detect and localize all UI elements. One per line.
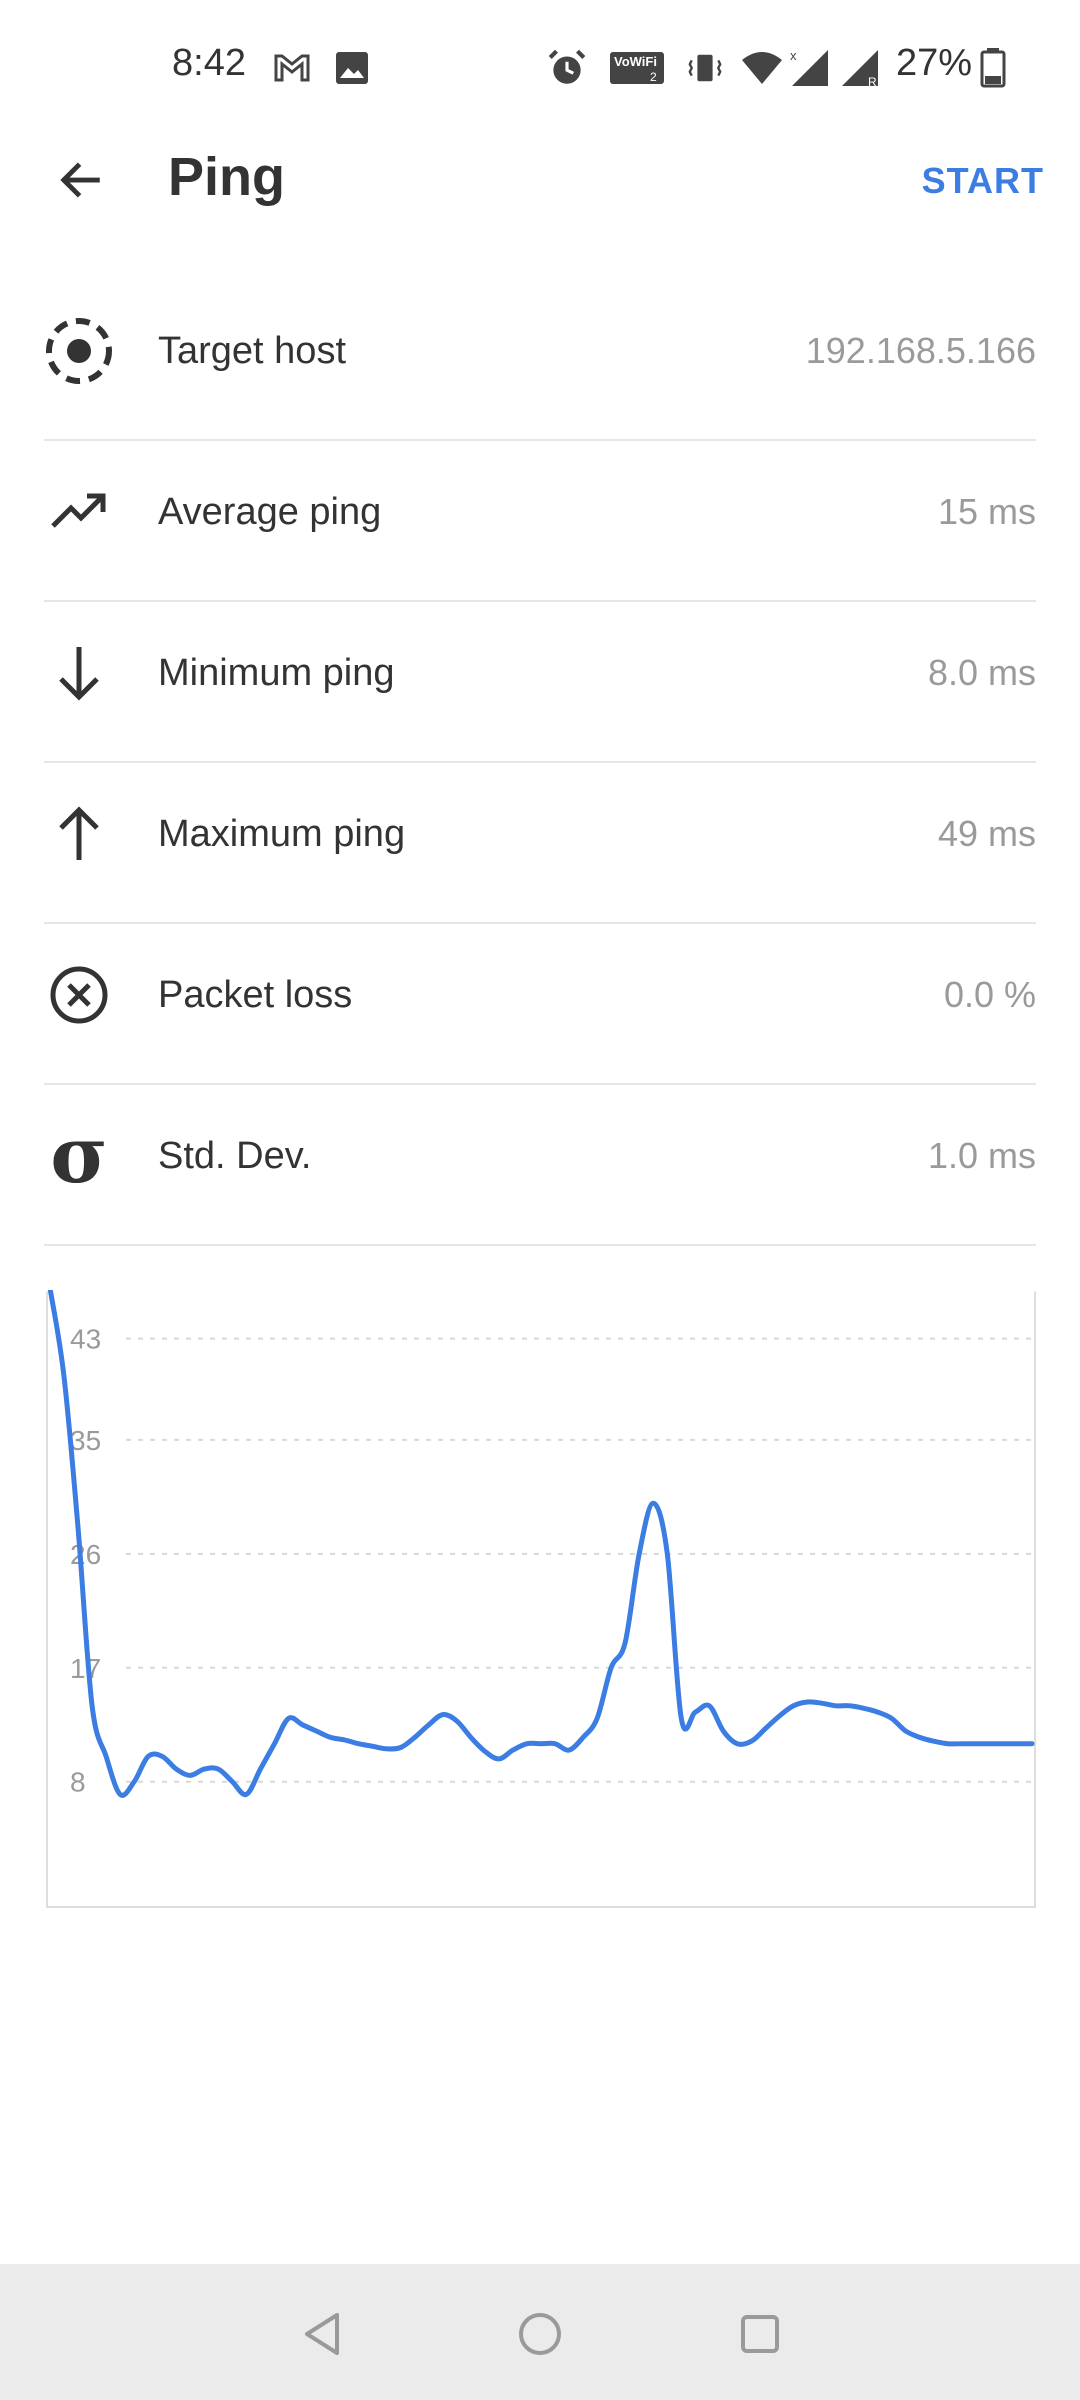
stat-row-std-dev: σ Std. Dev. 1.0 ms (44, 1085, 1036, 1246)
status-time: 8:42 (172, 42, 246, 84)
signal-roaming-icon: R (842, 50, 878, 89)
arrow-down-icon (44, 638, 114, 708)
sigma-icon: σ (50, 1110, 108, 1201)
stat-label: Average ping (158, 491, 382, 533)
start-button[interactable]: START (922, 160, 1044, 202)
svg-text:2: 2 (650, 70, 657, 84)
stat-row-average-ping: Average ping 15 ms (44, 441, 1036, 602)
home-nav-icon (519, 2313, 561, 2355)
stat-label: Minimum ping (158, 652, 395, 694)
stat-value: 1.0 ms (927, 1135, 1036, 1176)
trending-up-icon (44, 477, 114, 547)
page-title: Ping (168, 147, 285, 207)
stat-value: 49 ms (937, 813, 1036, 854)
stat-row-target-host: Target host 192.168.5.166 (44, 280, 1036, 441)
alarm-icon (548, 49, 586, 84)
image-icon (336, 52, 368, 84)
status-bar: 8:42 VoWiFi 2 x R 27% (0, 0, 1080, 140)
stat-label: Target host (158, 330, 346, 372)
stat-row-maximum-ping: Maximum ping 49 ms (44, 763, 1036, 924)
chart-frame (46, 1290, 1036, 1908)
app-bar: Ping START (0, 140, 1080, 280)
back-nav-icon (305, 2313, 339, 2355)
nav-recents-button[interactable] (720, 2294, 800, 2374)
nav-home-button[interactable] (500, 2294, 580, 2374)
wifi-icon (742, 52, 782, 84)
target-icon (44, 316, 114, 386)
stat-value: 192.168.5.166 (805, 330, 1036, 371)
battery-percent: 27% (896, 42, 973, 84)
gmail-icon (274, 54, 310, 82)
battery-icon (980, 48, 1006, 88)
y-tick-label: 8 (70, 1767, 86, 1798)
stat-row-packet-loss: Packet loss 0.0 % (44, 924, 1036, 1085)
stat-value: 15 ms (937, 491, 1036, 532)
back-button[interactable] (40, 140, 120, 220)
stat-label: Packet loss (158, 974, 353, 1016)
stats-list: Target host 192.168.5.166 Average ping 1… (44, 280, 1036, 1246)
ping-chart-svg: 817263543 (46, 1290, 1036, 1908)
arrow-up-icon (44, 799, 114, 869)
ping-chart: 8 17 26 35 43 (46, 1290, 1036, 1908)
stat-value: 8.0 ms (927, 652, 1036, 693)
arrow-back-icon (60, 162, 100, 198)
svg-text:R: R (868, 75, 877, 89)
vibrate-icon (688, 54, 722, 82)
stat-value: 0.0 % (943, 974, 1036, 1015)
vowifi-icon: VoWiFi 2 (610, 52, 664, 84)
stat-row-minimum-ping: Minimum ping 8.0 ms (44, 602, 1036, 763)
ping-series-line (47, 1290, 1035, 1798)
stat-label: Std. Dev. (158, 1135, 312, 1177)
signal-icon: x (790, 48, 828, 86)
y-tick-label: 43 (70, 1324, 101, 1355)
stat-label: Maximum ping (158, 813, 406, 855)
y-tick-label: 26 (70, 1539, 101, 1570)
navigation-bar (0, 2264, 1080, 2400)
y-tick-label: 35 (70, 1425, 101, 1456)
nav-back-button[interactable] (282, 2294, 362, 2374)
svg-text:x: x (790, 48, 797, 63)
svg-text:VoWiFi: VoWiFi (614, 54, 657, 69)
recents-nav-icon (741, 2315, 779, 2353)
cancel-circle-icon (44, 960, 114, 1030)
